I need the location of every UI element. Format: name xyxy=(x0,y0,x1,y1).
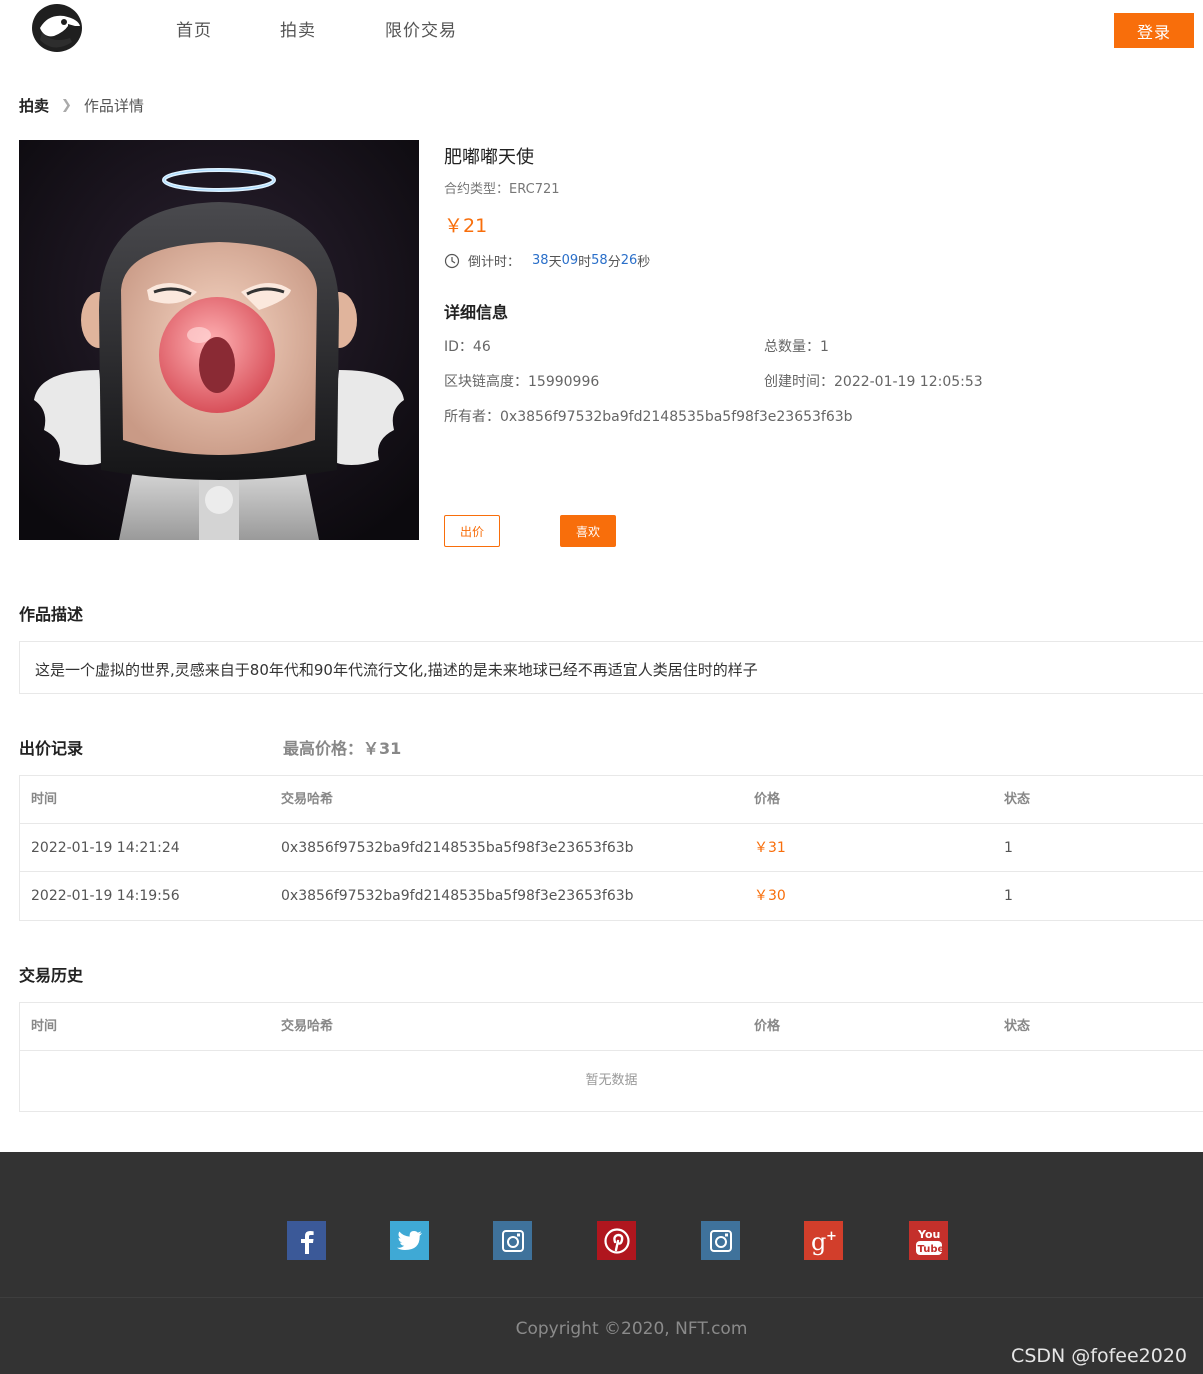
column-header-hash: 交易哈希 xyxy=(281,776,333,824)
empty-state: 暂无数据 xyxy=(20,1051,1203,1111)
quantity-value: 1 xyxy=(820,339,829,355)
countdown-hours-unit: 时 xyxy=(578,251,591,270)
penguin-logo[interactable] xyxy=(30,2,86,54)
bid-price: ￥30 xyxy=(754,872,786,920)
column-header-time: 时间 xyxy=(31,776,57,824)
breadcrumb-chevron-icon: ❯ xyxy=(61,98,72,113)
column-header-status: 状态 xyxy=(1004,1003,1030,1051)
contract-label: 合约类型： xyxy=(444,182,509,197)
bid-status: 1 xyxy=(1004,824,1013,872)
field-created-time: 创建时间：2022-01-19 12:05:53 xyxy=(764,371,983,391)
instagram-icon[interactable] xyxy=(701,1221,740,1260)
created-label: 创建时间： xyxy=(764,374,834,390)
youtube-icon[interactable]: You Tube xyxy=(909,1221,948,1260)
breadcrumb-current: 作品详情 xyxy=(84,95,144,116)
login-button[interactable]: 登录 xyxy=(1114,13,1194,48)
footer-divider xyxy=(0,1297,1203,1298)
instagram-icon[interactable] xyxy=(493,1221,532,1260)
created-value: 2022-01-19 12:05:53 xyxy=(834,374,983,390)
svg-text:Tube: Tube xyxy=(917,1244,944,1255)
field-block-height: 区块链高度：15990996 xyxy=(444,371,599,391)
bid-time: 2022-01-19 14:21:24 xyxy=(31,824,180,872)
history-heading: 交易历史 xyxy=(19,962,83,986)
bid-button[interactable]: 出价 xyxy=(444,515,500,547)
description-text: 这是一个虚拟的世界,灵感来自于80年代和90年代流行文化,描述的是未来地球已经不… xyxy=(35,661,758,679)
countdown-minutes-unit: 分 xyxy=(608,251,621,270)
owner-value: 0x3856f97532ba9fd2148535ba5f98f3e23653f6… xyxy=(500,409,853,425)
max-price: 最高价格：￥31 xyxy=(283,735,401,759)
breadcrumb: 拍卖 ❯ 作品详情 xyxy=(19,95,144,116)
contract-type: 合约类型：ERC721 xyxy=(444,178,560,197)
bid-time: 2022-01-19 14:19:56 xyxy=(31,872,180,920)
description-heading: 作品描述 xyxy=(19,601,83,625)
clock-icon xyxy=(444,253,460,269)
svg-text:You: You xyxy=(917,1228,940,1241)
svg-text:g: g xyxy=(811,1228,826,1256)
copyright-text: Copyright ©2020, NFT.com xyxy=(0,1319,1203,1339)
google-plus-icon[interactable]: g+ xyxy=(804,1221,843,1260)
block-label: 区块链高度： xyxy=(444,374,528,390)
nav-home[interactable]: 首页 xyxy=(176,16,212,41)
column-header-hash: 交易哈希 xyxy=(281,1003,333,1051)
twitter-icon[interactable] xyxy=(390,1221,429,1260)
owner-label: 所有者： xyxy=(444,409,500,425)
contract-value: ERC721 xyxy=(509,182,560,197)
field-id: ID：46 xyxy=(444,336,491,356)
countdown-days: 38 xyxy=(532,253,549,268)
countdown-days-unit: 天 xyxy=(549,251,562,270)
like-button[interactable]: 喜欢 xyxy=(560,515,616,547)
id-label: ID： xyxy=(444,339,473,355)
pinterest-icon[interactable] xyxy=(597,1221,636,1260)
column-header-status: 状态 xyxy=(1004,776,1030,824)
details-heading: 详细信息 xyxy=(444,299,508,323)
footer: g+ You Tube Copyright ©2020, NFT.com CSDN… xyxy=(0,1152,1203,1374)
bid-status: 1 xyxy=(1004,872,1013,920)
top-header: 首页 拍卖 限价交易 登录 xyxy=(0,0,1203,62)
artwork-title: 肥嘟嘟天使 xyxy=(444,143,534,169)
nav-auction[interactable]: 拍卖 xyxy=(280,16,316,41)
id-value: 46 xyxy=(473,339,491,355)
bids-heading: 出价记录 xyxy=(19,735,83,759)
column-header-time: 时间 xyxy=(31,1003,57,1051)
bid-hash: 0x3856f97532ba9fd2148535ba5f98f3e23653f6… xyxy=(281,872,634,920)
column-header-price: 价格 xyxy=(754,1003,780,1051)
column-header-price: 价格 xyxy=(754,776,780,824)
artwork-image xyxy=(19,140,419,540)
bid-price: ￥31 xyxy=(754,824,786,872)
countdown-seconds: 26 xyxy=(621,253,638,268)
countdown-label: 倒计时： xyxy=(468,251,520,270)
breadcrumb-auction-link[interactable]: 拍卖 xyxy=(19,95,49,116)
field-quantity: 总数量：1 xyxy=(764,336,829,356)
quantity-label: 总数量： xyxy=(764,339,820,355)
countdown-minutes: 58 xyxy=(591,253,608,268)
description-box: 这是一个虚拟的世界,灵感来自于80年代和90年代流行文化,描述的是未来地球已经不… xyxy=(19,641,1203,694)
svg-text:+: + xyxy=(826,1229,837,1244)
countdown-seconds-unit: 秒 xyxy=(637,251,650,270)
table-row: 2022-01-19 14:19:56 0x3856f97532ba9fd214… xyxy=(20,872,1203,920)
field-owner: 所有者：0x3856f97532ba9fd2148535ba5f98f3e236… xyxy=(444,406,853,426)
bids-table: 时间 交易哈希 价格 状态 2022-01-19 14:21:24 0x3856… xyxy=(19,775,1203,921)
artwork-price: ￥21 xyxy=(444,211,487,238)
countdown: 倒计时： 38天09时58分26秒 xyxy=(444,251,650,270)
nav-limit-trade[interactable]: 限价交易 xyxy=(385,16,457,41)
countdown-hours: 09 xyxy=(562,253,579,268)
table-header-row: 时间 交易哈希 价格 状态 xyxy=(20,776,1203,824)
facebook-icon[interactable] xyxy=(287,1221,326,1260)
bid-hash: 0x3856f97532ba9fd2148535ba5f98f3e23653f6… xyxy=(281,824,634,872)
table-header-row: 时间 交易哈希 价格 状态 xyxy=(20,1003,1203,1051)
table-row: 2022-01-19 14:21:24 0x3856f97532ba9fd214… xyxy=(20,824,1203,872)
watermark-text: CSDN @fofee2020 xyxy=(1011,1345,1187,1367)
history-table: 时间 交易哈希 价格 状态 暂无数据 xyxy=(19,1002,1203,1112)
block-value: 15990996 xyxy=(528,374,599,390)
